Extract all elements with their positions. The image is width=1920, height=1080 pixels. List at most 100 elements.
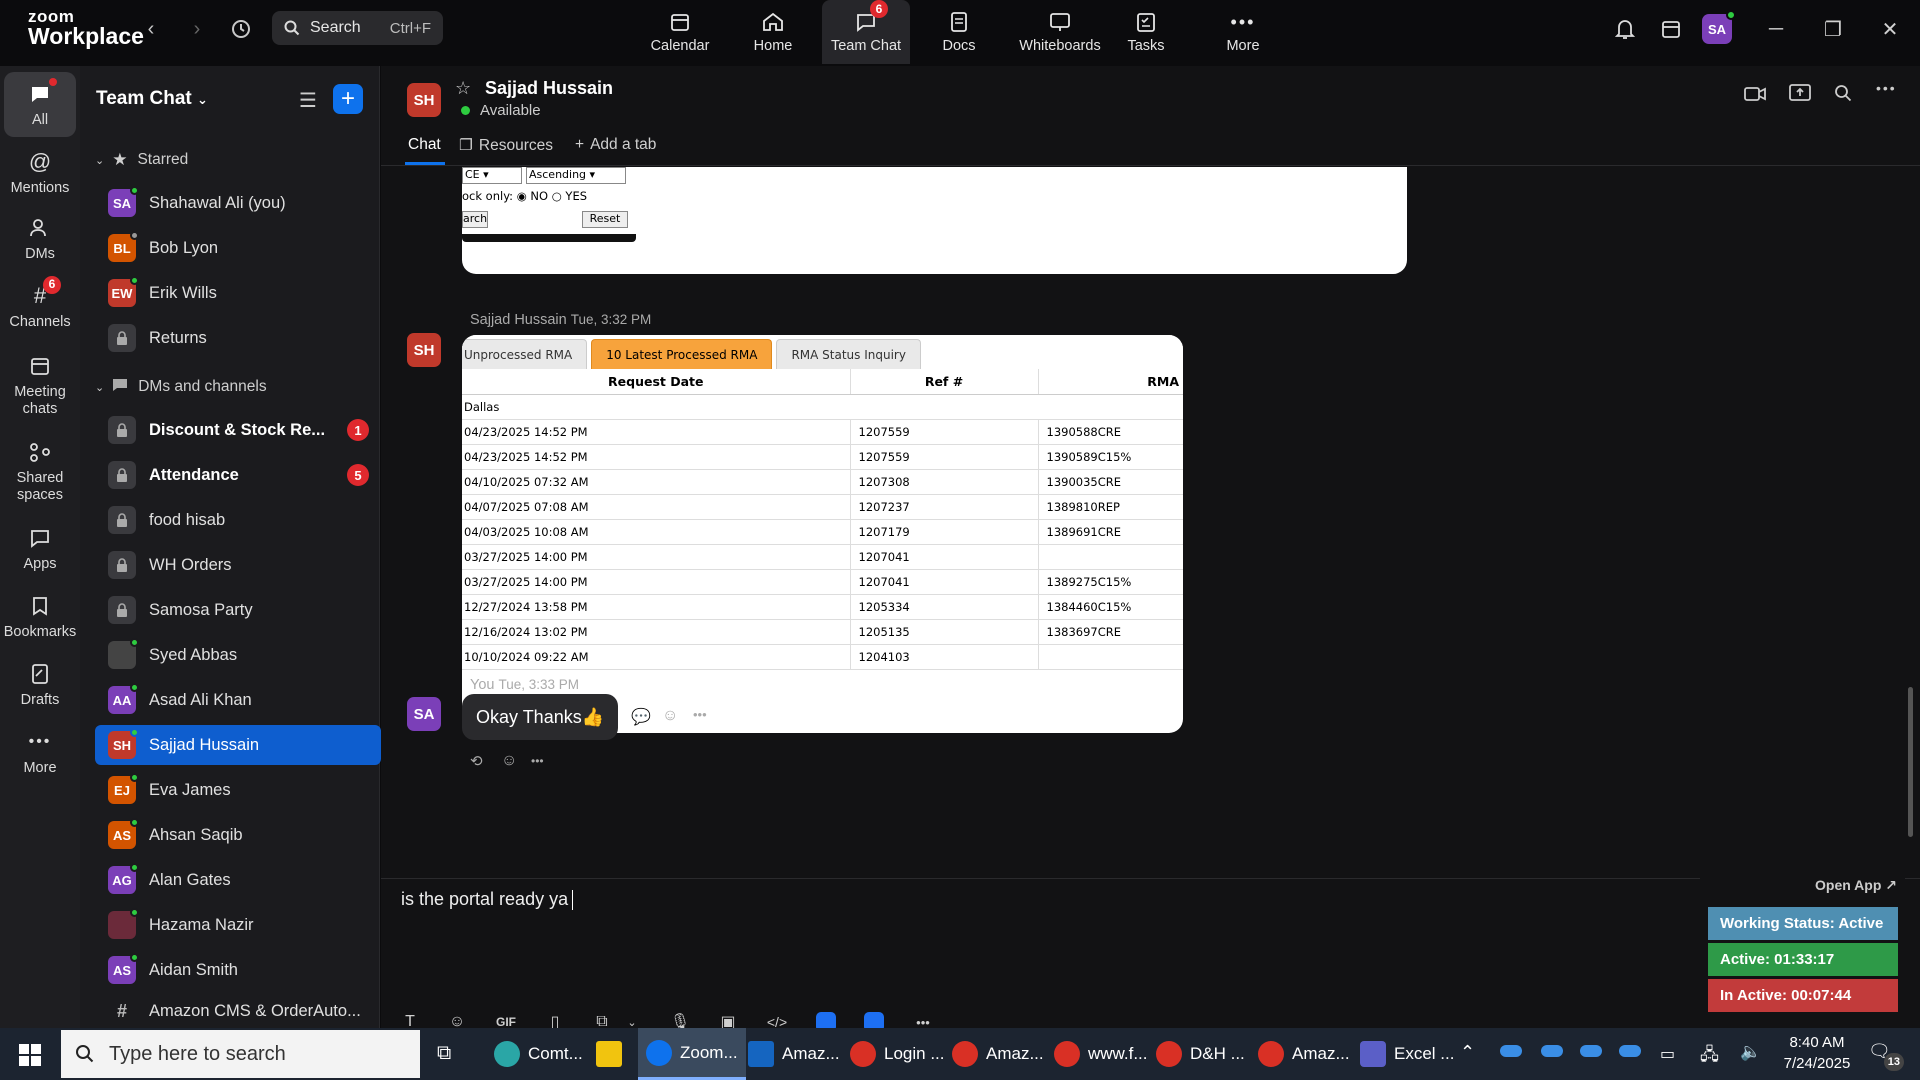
rail-drafts[interactable]: Drafts [4,660,76,709]
sidebar-item-discount-stock[interactable]: Discount & Stock Re... 1 [95,410,381,450]
back-icon[interactable]: ‹ [136,14,166,44]
avatar[interactable]: SA [1702,10,1736,44]
filter-icon[interactable]: ☰ [299,88,317,113]
sidebar-item-eva-james[interactable]: EJ Eva James [95,770,381,810]
forward-icon[interactable]: › [182,14,212,44]
starred-section[interactable]: ⌄ ★ Starred [95,145,375,175]
onedrive-icon-4[interactable] [1619,1045,1641,1057]
sidebar-item-samosa-party[interactable]: Samosa Party [95,590,381,630]
open-app-link[interactable]: Open App ↗ [1815,877,1897,894]
sidebar-item-erik-wills[interactable]: EW Erik Wills [95,273,381,313]
sidebar-item-asad-ali-khan[interactable]: AA Asad Ali Khan [95,680,381,720]
notification-bell-icon[interactable] [1610,14,1640,44]
rail-bookmarks[interactable]: Bookmarks [4,592,76,641]
dms-channels-section[interactable]: ⌄ DMs and channels [95,372,375,402]
more-options-icon[interactable]: ••• [693,707,707,722]
volume-icon[interactable]: 🔈 [1740,1042,1761,1062]
taskbar-app-chrome-login[interactable]: Login ... [842,1028,953,1080]
nav-home[interactable]: Home [738,0,808,64]
clock[interactable]: 8:40 AM 7/24/2025 [1772,1032,1862,1074]
search-bar[interactable]: Search Ctrl+F [272,11,443,45]
taskbar-app-zoom[interactable]: Zoom... [638,1028,746,1080]
taskbar-app-chrome-amazon-2[interactable]: Amaz... [1250,1028,1358,1080]
sidebar-item-hazama-nazir[interactable]: Hazama Nazir [95,905,381,945]
taskbar-app-chrome-www[interactable]: www.f... [1046,1028,1156,1080]
sidebar-item-food-hisab[interactable]: food hisab [95,500,381,540]
more-options-icon[interactable]: ••• [531,754,544,768]
rail-shared-spaces[interactable]: Shared spaces [4,438,76,503]
nav-tasks[interactable]: Tasks [1111,0,1181,64]
sidebar-item-ahsan-saqib[interactable]: AS Ahsan Saqib [95,815,381,855]
message-list[interactable]: CE ▾ Ascending ▾ ock only: ◉ NO ○ YES ar… [381,167,1920,877]
close-icon[interactable]: ✕ [1872,14,1908,44]
sidebar-item-amazon-cms[interactable]: # Amazon CMS & OrderAuto... [95,995,381,1028]
react-emoji-icon[interactable]: ☺ [662,707,678,725]
sidebar-item-bob-lyon[interactable]: BL Bob Lyon [95,228,381,268]
network-icon[interactable]: 🖧 [1700,1042,1719,1071]
more-options-icon[interactable]: ••• [1876,80,1897,96]
nav-more[interactable]: ••• More [1208,0,1278,64]
message-input[interactable]: is the portal ready ya [401,889,574,911]
rail-channels[interactable]: #6 Channels [4,276,76,331]
rail-label: Bookmarks [3,624,77,640]
react-emoji-icon[interactable]: ☺ [501,752,517,770]
onedrive-icon[interactable] [1500,1045,1522,1057]
nav-team-chat[interactable]: 6 Team Chat [822,0,910,64]
rma-screenshot[interactable]: Unprocessed RMA 10 Latest Processed RMA … [462,335,1183,733]
sidebar-item-attendance[interactable]: Attendance 5 [95,455,381,495]
history-icon[interactable] [226,14,256,44]
sidebar-item-returns[interactable]: Returns [95,318,381,358]
sidebar-item-alan-gates[interactable]: AG Alan Gates [95,860,381,900]
sender-avatar[interactable]: SA [407,697,441,731]
calendar-widget-icon[interactable] [1656,14,1686,44]
tab-resources[interactable]: ❐ Resources [459,136,553,155]
search-icon[interactable] [1834,84,1852,107]
rail-all[interactable]: All [4,72,76,137]
reply-icon[interactable]: ⟲ [470,752,483,770]
taskbar-app-chrome-dh[interactable]: D&H ... [1148,1028,1253,1080]
windows-start-icon[interactable] [19,1044,41,1066]
reply-icon[interactable]: 💬 [631,707,651,727]
taskbar-app-teams[interactable]: Excel ... [1352,1028,1462,1080]
taskbar-app-chrome-amazon[interactable]: Amaz... [944,1028,1052,1080]
taskbar-app-outlook[interactable]: Amaz... [740,1028,848,1080]
image-attachment[interactable]: CE ▾ Ascending ▾ ock only: ◉ NO ○ YES ar… [462,167,1407,274]
taskbar-app-comt[interactable]: Comt... [486,1028,591,1080]
sidebar-item-wh-orders[interactable]: WH Orders [95,545,381,585]
taskbar-search[interactable]: Type here to search [61,1030,420,1078]
new-chat-button[interactable]: + [333,84,363,114]
taskbar-app-explorer[interactable] [588,1028,638,1080]
sidebar-item-sajjad-hussain[interactable]: SH Sajjad Hussain [95,725,381,765]
tab-add[interactable]: + Add a tab [575,136,656,154]
nav-calendar[interactable]: Calendar [645,0,715,64]
sidebar-item-shahawal-ali[interactable]: SA Shahawal Ali (you) [95,183,381,223]
scrollbar[interactable] [1908,687,1913,837]
rail-apps[interactable]: Apps [4,524,76,573]
nav-whiteboards[interactable]: Whiteboards [1010,0,1110,64]
chevron-up-icon[interactable]: ⌃ [1460,1042,1475,1063]
contact-name[interactable]: Sajjad Hussain [485,78,613,99]
notification-center-icon[interactable]: 🗨 13 [1868,1041,1904,1071]
sidebar-item-syed-abbas[interactable]: Syed Abbas [95,635,381,675]
sidebar-title[interactable]: Team Chat ⌄ [96,88,208,110]
message-bubble[interactable]: Okay Thanks👍 [462,694,619,740]
onedrive-icon-2[interactable] [1541,1045,1563,1057]
star-icon[interactable]: ☆ [455,78,471,99]
rail-dms[interactable]: DMs [4,214,76,263]
nav-docs[interactable]: Docs [924,0,994,64]
sidebar-item-aidan-smith[interactable]: AS Aidan Smith [95,950,381,990]
share-screen-icon[interactable] [1789,84,1811,107]
sort-order-select: Ascending ▾ [526,167,626,184]
minimize-icon[interactable]: ─ [1758,14,1794,44]
sender-avatar[interactable]: SH [407,333,441,367]
tab-chat[interactable]: Chat [408,136,441,154]
battery-icon[interactable]: ▭ [1660,1044,1675,1064]
restore-icon[interactable]: ❐ [1815,14,1851,44]
contact-avatar[interactable]: SH [407,83,441,117]
onedrive-icon-3[interactable] [1580,1045,1602,1057]
task-view-icon[interactable]: ⧉ [437,1042,451,1065]
video-icon[interactable] [1744,86,1766,107]
rail-more[interactable]: ••• More [4,728,76,777]
rail-meeting-chats[interactable]: Meeting chats [4,352,76,417]
rail-mentions[interactable]: @ Mentions [4,148,76,197]
